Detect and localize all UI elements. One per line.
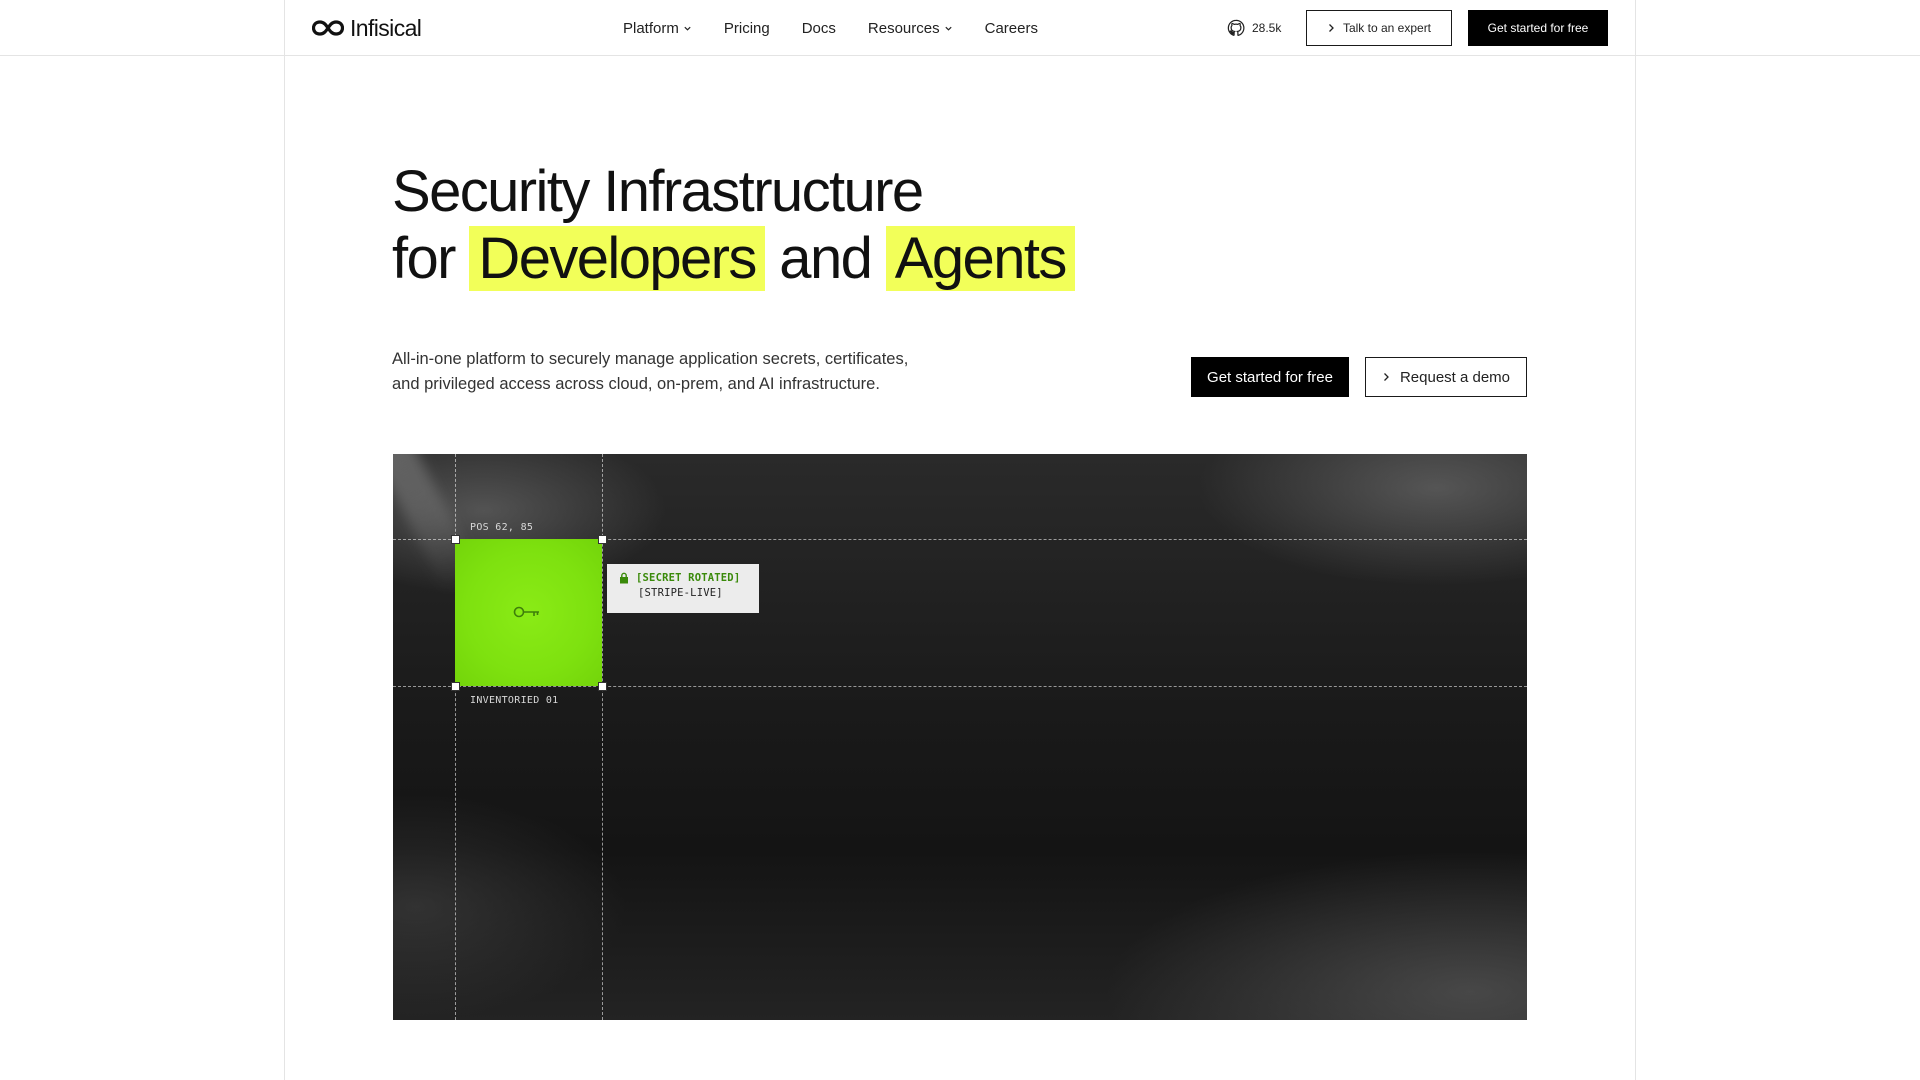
chevron-right-icon <box>1329 24 1334 32</box>
nav-link-docs[interactable]: Docs <box>802 20 836 37</box>
frame-rail-left <box>284 0 285 1080</box>
secret-tooltip: [SECRET ROTATED] [STRIPE-LIVE] <box>607 564 759 613</box>
nav-get-started-button[interactable]: Get started for free <box>1468 10 1608 46</box>
secret-tile <box>455 539 602 686</box>
chevron-right-icon <box>1383 373 1389 381</box>
guide-line-horizontal-bottom <box>393 686 1527 687</box>
hero-title-for: for <box>392 226 456 291</box>
inventory-label: INVENTORIED 01 <box>470 695 559 706</box>
nav-link-pricing[interactable]: Pricing <box>724 20 770 37</box>
logo[interactable]: Infisical <box>312 14 422 42</box>
selection-handle <box>451 682 460 691</box>
nav-link-careers[interactable]: Careers <box>985 20 1038 37</box>
hero-title: Security Infrastructure for Developers a… <box>392 158 1075 292</box>
chevron-down-icon <box>944 26 952 31</box>
github-stars-link[interactable]: 28.5k <box>1227 17 1281 39</box>
selection-handle <box>598 682 607 691</box>
hero-subtitle: All-in-one platform to securely manage a… <box>392 347 952 397</box>
lock-icon <box>620 572 628 584</box>
nav-link-label: Pricing <box>723 19 770 37</box>
hero-subtitle-line2: and privileged access across cloud, on-p… <box>392 375 880 393</box>
chevron-down-icon <box>684 26 691 31</box>
nav-link-label: Docs <box>801 19 836 37</box>
tooltip-status-row: [SECRET ROTATED] <box>619 572 759 584</box>
page: Infisical Platform Pricing Docs Resource… <box>0 0 1920 1080</box>
talk-to-expert-button[interactable]: Talk to an expert <box>1306 10 1452 46</box>
nav-link-label: Careers <box>984 19 1038 37</box>
hero-get-started-button[interactable]: Get started for free <box>1191 357 1349 397</box>
frame-rail-right <box>1635 0 1636 1080</box>
request-demo-button[interactable]: Request a demo <box>1365 357 1527 397</box>
nav-link-label: Resources <box>867 19 940 37</box>
nav-get-started-label: Get started for free <box>1487 21 1589 35</box>
nav-link-platform[interactable]: Platform <box>623 20 692 37</box>
tooltip-secret-name: [STRIPE-LIVE] <box>638 587 723 599</box>
hero-subtitle-line1: All-in-one platform to securely manage a… <box>392 350 909 368</box>
key-icon <box>513 606 539 618</box>
hero-get-started-label: Get started for free <box>1207 368 1333 386</box>
logo-text: Infisical <box>350 14 422 41</box>
hero-highlight-agents: Agents <box>885 226 1075 291</box>
nav-link-resources[interactable]: Resources <box>868 20 953 37</box>
infinity-logo-icon <box>312 19 344 37</box>
selection-handle <box>598 535 607 544</box>
tooltip-status: [SECRET ROTATED] <box>636 572 741 584</box>
position-label: POS 62, 85 <box>470 522 534 533</box>
talk-to-expert-label: Talk to an expert <box>1342 21 1432 35</box>
github-stars-count: 28.5k <box>1252 21 1282 35</box>
top-nav: Infisical Platform Pricing Docs Resource… <box>0 0 1920 56</box>
hero-title-and: and <box>779 226 873 291</box>
github-icon <box>1227 19 1245 36</box>
hero-visual: POS 62, 85 [SECRET ROTATED] [STRIPE-LIVE… <box>393 454 1527 1020</box>
request-demo-label: Request a demo <box>1399 368 1511 386</box>
selection-handle <box>451 535 460 544</box>
hero-highlight-developers: Developers <box>469 226 765 291</box>
nav-link-label: Platform <box>623 19 679 37</box>
nav-links: Platform Pricing Docs Resources Careers <box>623 0 1070 56</box>
hero-title-line1: Security Infrastructure <box>392 159 924 224</box>
